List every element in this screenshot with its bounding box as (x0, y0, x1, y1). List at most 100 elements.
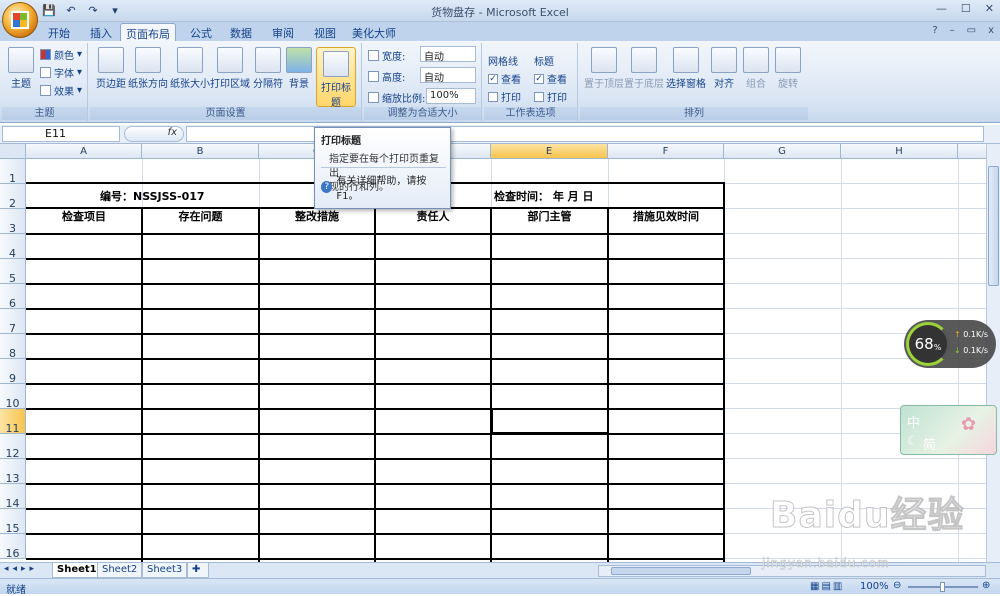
height-row: 高度: (368, 69, 405, 84)
sheet-tab[interactable]: Sheet3 (142, 563, 188, 578)
active-cell-e11[interactable] (491, 408, 609, 434)
ime-lang[interactable]: 中 (907, 412, 920, 431)
office-button[interactable] (2, 2, 38, 38)
sheet-tab[interactable]: Sheet2 (97, 563, 143, 578)
row-header[interactable]: 9 (0, 359, 26, 385)
tab-beautify[interactable]: 美化大师 (352, 23, 396, 41)
paper-size-icon (177, 47, 203, 73)
maximize-button[interactable]: ☐ (961, 2, 971, 15)
row-header[interactable]: 12 (0, 434, 26, 460)
column-header[interactable]: H (841, 144, 958, 159)
align-button[interactable]: 对齐 (710, 47, 738, 90)
background-button[interactable]: 背景 (286, 47, 312, 90)
themes-button[interactable]: 主题 (6, 47, 36, 90)
view-buttons-icon[interactable]: ▦▤▥ (810, 581, 844, 592)
size-button[interactable]: 纸张大小 (170, 47, 210, 90)
network-monitor-gadget[interactable]: 68% ↑ 0.1K/s ↓ 0.1K/s (904, 320, 996, 368)
tab-insert[interactable]: 插入 (86, 23, 116, 41)
wb-close-icon[interactable]: x (988, 25, 994, 36)
tooltip-help: ? 有关详细帮助，请按 F1。 (321, 167, 446, 202)
name-box[interactable]: E11 (2, 126, 120, 142)
header-cell: 责任人 (416, 210, 450, 223)
row-header[interactable]: 8 (0, 334, 26, 360)
sheet-nav-arrows-icon[interactable]: ◂◂▸▸ (4, 564, 38, 574)
effects-button[interactable]: 效果 ▾ (40, 83, 82, 98)
breaks-label: 分隔符 (253, 79, 283, 90)
rotate-label: 旋转 (778, 79, 798, 90)
align-label: 对齐 (714, 79, 734, 90)
theme-group: 主题 颜色 ▾ 字体 ▾ 效果 ▾ 主题 (2, 43, 88, 121)
window-controls: — ☐ ✕ (936, 2, 994, 15)
themes-label: 主题 (11, 79, 31, 90)
selection-pane-button[interactable]: 选择窗格 (666, 47, 706, 90)
zoom-slider-thumb[interactable] (940, 582, 945, 592)
rotate-button[interactable]: 旋转 (774, 47, 802, 90)
vertical-scroll-thumb[interactable] (988, 166, 999, 286)
print-area-button[interactable]: 打印区域 (210, 47, 250, 90)
row-header[interactable]: 11 (0, 409, 26, 435)
zoom-level[interactable]: 100% (860, 581, 889, 592)
column-header[interactable]: E (491, 144, 608, 159)
headings-view-checkbox[interactable]: ✓ 查看 (534, 71, 567, 86)
gridlines-print-checkbox[interactable]: 打印 (488, 89, 521, 104)
row-header[interactable]: 13 (0, 459, 26, 485)
print-titles-tooltip: 打印标题 指定要在每个打印页重复出 现的行和列。 ? 有关详细帮助，请按 F1。 (314, 127, 451, 209)
ime-toolbar[interactable]: 中 ☾ 简 ✿ (900, 405, 997, 455)
wb-restore-icon[interactable]: ▭ (967, 25, 976, 36)
row-header[interactable]: 3 (0, 209, 26, 235)
send-back-button[interactable]: 置于底层 (624, 47, 664, 90)
orientation-button[interactable]: 纸张方向 (128, 47, 168, 90)
row-header[interactable]: 10 (0, 384, 26, 410)
tab-formulas[interactable]: 公式 (186, 23, 216, 41)
ime-mode[interactable]: 简 (923, 434, 936, 453)
gridlines-view-checkbox[interactable]: ✓ 查看 (488, 71, 521, 86)
row-header[interactable]: 6 (0, 284, 26, 310)
row-header[interactable]: 14 (0, 484, 26, 510)
width-combo[interactable]: 自动 (420, 46, 476, 63)
horizontal-scroll-thumb[interactable] (611, 567, 751, 575)
row-header[interactable]: 7 (0, 309, 26, 335)
row-header[interactable]: 5 (0, 259, 26, 285)
column-header[interactable]: B (142, 144, 259, 159)
margins-button[interactable]: 页边距 (94, 47, 128, 90)
zoom-in-icon[interactable]: ⊕ (982, 580, 990, 591)
theme-group-label: 主题 (2, 107, 87, 120)
headings-print-label: 打印 (547, 93, 567, 104)
tab-view[interactable]: 视图 (310, 23, 340, 41)
tooltip-title: 打印标题 (321, 136, 361, 147)
height-combo[interactable]: 自动 (420, 67, 476, 84)
column-header[interactable]: G (724, 144, 841, 159)
fonts-button[interactable]: 字体 ▾ (40, 65, 82, 80)
help-icon[interactable]: ? (932, 25, 937, 36)
column-header[interactable] (958, 144, 986, 159)
insert-sheet-icon[interactable]: ✚ (187, 563, 209, 578)
row-header[interactable]: 15 (0, 509, 26, 535)
tab-review[interactable]: 审阅 (268, 23, 298, 41)
breaks-button[interactable]: 分隔符 (252, 47, 284, 90)
minimize-button[interactable]: — (936, 2, 947, 15)
scale-spinner[interactable]: 100% (426, 88, 476, 104)
formula-input[interactable] (186, 126, 984, 142)
sheet-tab[interactable]: Sheet1 (52, 563, 102, 578)
close-button[interactable]: ✕ (985, 2, 994, 15)
baidu-watermark: Baidu经验 (769, 495, 965, 537)
tab-home[interactable]: 开始 (44, 23, 74, 41)
column-header[interactable]: A (26, 144, 142, 159)
wb-minimize-icon[interactable]: – (950, 25, 955, 36)
group-button[interactable]: 组合 (742, 47, 770, 90)
code-label: 编号：NSSJSS-017 (100, 190, 205, 203)
column-header[interactable]: F (608, 144, 724, 159)
zoom-out-icon[interactable]: ⊖ (893, 580, 901, 591)
select-all-corner[interactable] (0, 144, 26, 159)
row-header[interactable]: 1 (0, 159, 26, 185)
tab-data[interactable]: 数据 (226, 23, 256, 41)
bring-front-button[interactable]: 置于顶层 (584, 47, 624, 90)
insert-function-button[interactable]: fx (124, 126, 184, 142)
row-header[interactable]: 4 (0, 234, 26, 260)
print-titles-button[interactable]: 打印标题 (316, 47, 356, 109)
row-header[interactable]: 2 (0, 184, 26, 210)
tab-page-layout[interactable]: 页面布局 (120, 23, 176, 41)
headings-print-checkbox[interactable]: 打印 (534, 89, 567, 104)
colors-button[interactable]: 颜色 ▾ (40, 47, 82, 62)
row-header[interactable]: 16 (0, 534, 26, 560)
